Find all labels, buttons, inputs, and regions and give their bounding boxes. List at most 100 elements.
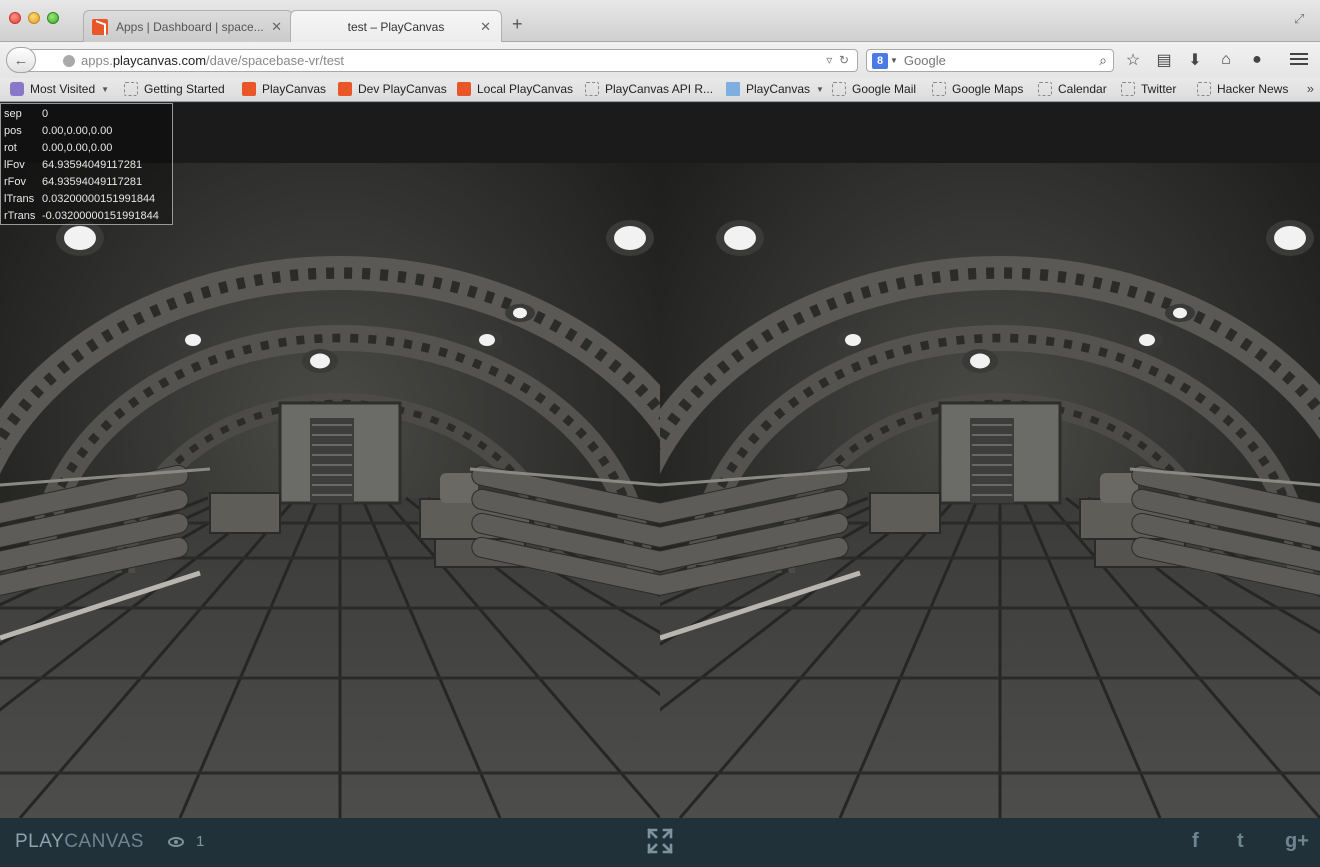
bookmark-hacker-news[interactable]: Hacker News <box>1197 82 1288 96</box>
debug-value: 64.93594049117281 <box>42 176 143 188</box>
debug-overlay: sep 0 pos 0.00,0.00,0.00 rot 0.00,0.00,0.00… <box>0 103 173 225</box>
bookmark-google-mail[interactable]: Google Mail <box>832 82 916 96</box>
bookmark-label: Hacker News <box>1217 82 1289 96</box>
debug-row: rot 0.00,0.00,0.00 <box>4 140 172 157</box>
right-eye-view <box>660 103 1320 818</box>
debug-value: 0.00,0.00,0.00 <box>42 142 113 154</box>
bookmarks-overflow-chevron-icon[interactable]: » <box>1307 81 1314 96</box>
tab-close-icon[interactable]: ✕ <box>480 19 491 35</box>
navigation-bar: apps. playcanvas.com/dave/spacebase-vr/te… <box>0 42 1320 78</box>
close-window-button[interactable] <box>9 12 21 24</box>
playcanvas-icon <box>242 82 256 96</box>
page-icon <box>1038 82 1052 96</box>
tab-test[interactable]: test – PlayCanvas ✕ <box>290 10 502 42</box>
downloads-icon[interactable]: ⬇ <box>1184 50 1206 70</box>
bookmark-star-icon[interactable]: ☆ <box>1122 50 1144 70</box>
debug-key: rFov <box>4 176 26 188</box>
debug-key: lFov <box>4 159 25 171</box>
bookmarks-bar: Most Visited ▼ Getting Started PlayCanva… <box>0 78 1320 102</box>
fullscreen-arrows-icon[interactable]: ⤢ <box>1294 11 1310 27</box>
chevron-down-icon: ▼ <box>816 84 824 94</box>
fullscreen-button[interactable] <box>646 827 674 855</box>
bookmark-google-maps[interactable]: Google Maps <box>932 82 1023 96</box>
bookmark-label: Local PlayCanvas <box>477 82 574 96</box>
most-visited-icon <box>10 82 24 96</box>
url-path: /dave/spacebase-vr/test <box>206 53 345 68</box>
bookmark-label: PlayCanvas API R... <box>605 82 714 96</box>
debug-row: lFov 64.93594049117281 <box>4 157 172 174</box>
tab-dashboard[interactable]: Apps | Dashboard | space... ✕ <box>83 10 293 42</box>
bookmark-label: Most Visited <box>30 82 96 96</box>
title-bar: Apps | Dashboard | space... ✕ test – Pla… <box>0 0 1320 42</box>
debug-row: rFov 64.93594049117281 <box>4 174 172 191</box>
playcanvas-icon <box>338 82 352 96</box>
google-plus-icon[interactable]: g+ <box>1285 830 1309 853</box>
debug-key: rTrans <box>4 210 36 222</box>
debug-value: -0.03200000151991844 <box>42 210 159 222</box>
bookmark-playcanvas-api[interactable]: PlayCanvas API R... <box>585 82 713 96</box>
new-tab-button[interactable]: + <box>512 14 523 35</box>
bookmark-label: PlayCanvas <box>746 82 811 96</box>
bookmark-label: Calendar <box>1058 82 1107 96</box>
bookmark-most-visited[interactable]: Most Visited ▼ <box>10 82 109 96</box>
back-arrow-icon: ← <box>13 51 29 69</box>
bookmark-label: Google Maps <box>952 82 1024 96</box>
facebook-icon[interactable]: f <box>1192 830 1199 853</box>
bookmark-local-playcanvas[interactable]: Local PlayCanvas <box>457 82 573 96</box>
url-bar[interactable]: apps. playcanvas.com/dave/spacebase-vr/te… <box>26 49 858 72</box>
page-icon <box>1197 82 1211 96</box>
search-icon[interactable]: ⌕ <box>1099 52 1107 69</box>
back-button[interactable]: ← <box>6 47 36 73</box>
vr-canvas[interactable] <box>0 103 1320 818</box>
playcanvas-favicon-icon <box>92 18 108 35</box>
bookmark-label: Twitter <box>1141 82 1177 96</box>
bookmark-playcanvas[interactable]: PlayCanvas <box>242 82 326 96</box>
playcanvas-footer: PLAYCANVAS 1 f t g+ <box>0 818 1320 867</box>
eye-icon <box>168 836 184 847</box>
bookmark-label: Getting Started <box>144 82 225 96</box>
bookmark-dev-playcanvas[interactable]: Dev PlayCanvas <box>338 82 447 96</box>
bookmark-label: Google Mail <box>852 82 917 96</box>
url-prefix: apps. <box>81 53 113 68</box>
search-input[interactable]: 8 ▼ Google ⌕ <box>866 49 1114 72</box>
debug-key: rot <box>4 142 17 154</box>
bookmark-label: PlayCanvas <box>262 82 327 96</box>
debug-value: 0.00,0.00,0.00 <box>42 125 113 137</box>
debug-row: sep 0 <box>4 106 172 123</box>
debug-key: pos <box>4 125 22 137</box>
bookmark-twitter[interactable]: Twitter <box>1121 82 1176 96</box>
chevron-down-icon[interactable]: ▼ <box>890 56 898 65</box>
search-placeholder: Google <box>903 53 946 68</box>
playcanvas-icon <box>457 82 471 96</box>
tab-title: test – PlayCanvas <box>347 19 445 34</box>
folder-icon <box>726 82 740 96</box>
chat-icon[interactable]: ● <box>1246 50 1268 70</box>
debug-value: 64.93594049117281 <box>42 159 143 171</box>
bookmark-getting-started[interactable]: Getting Started <box>124 82 225 96</box>
bookmarks-list-icon[interactable]: ▤ <box>1153 50 1175 70</box>
playcanvas-logo[interactable]: PLAYCANVAS <box>15 831 144 853</box>
reload-icon[interactable]: ▿ ↻ <box>826 53 849 67</box>
debug-value: 0 <box>42 108 49 120</box>
url-host: playcanvas.com <box>112 53 207 68</box>
zoom-window-button[interactable] <box>47 12 59 24</box>
tab-close-icon[interactable]: ✕ <box>271 19 282 35</box>
view-count-value: 1 <box>196 833 205 850</box>
debug-row: lTrans 0.03200000151991844 <box>4 191 172 208</box>
minimize-window-button[interactable] <box>28 12 40 24</box>
bookmark-calendar[interactable]: Calendar <box>1038 82 1107 96</box>
debug-value: 0.03200000151991844 <box>42 193 156 205</box>
bookmark-folder-playcanvas[interactable]: PlayCanvas ▼ <box>726 82 824 96</box>
page-icon <box>124 82 138 96</box>
page-icon <box>932 82 946 96</box>
menu-icon[interactable] <box>1290 50 1308 70</box>
bookmark-label: Dev PlayCanvas <box>358 82 447 96</box>
logo-play-text: PLAY <box>15 831 65 852</box>
home-icon[interactable]: ⌂ <box>1215 50 1237 70</box>
debug-key: lTrans <box>4 193 35 205</box>
tab-title: Apps | Dashboard | space... <box>116 19 264 34</box>
google-search-engine-icon[interactable]: 8 <box>872 52 888 69</box>
page-icon <box>1121 82 1135 96</box>
twitter-icon[interactable]: t <box>1237 830 1244 853</box>
debug-key: sep <box>4 108 22 120</box>
